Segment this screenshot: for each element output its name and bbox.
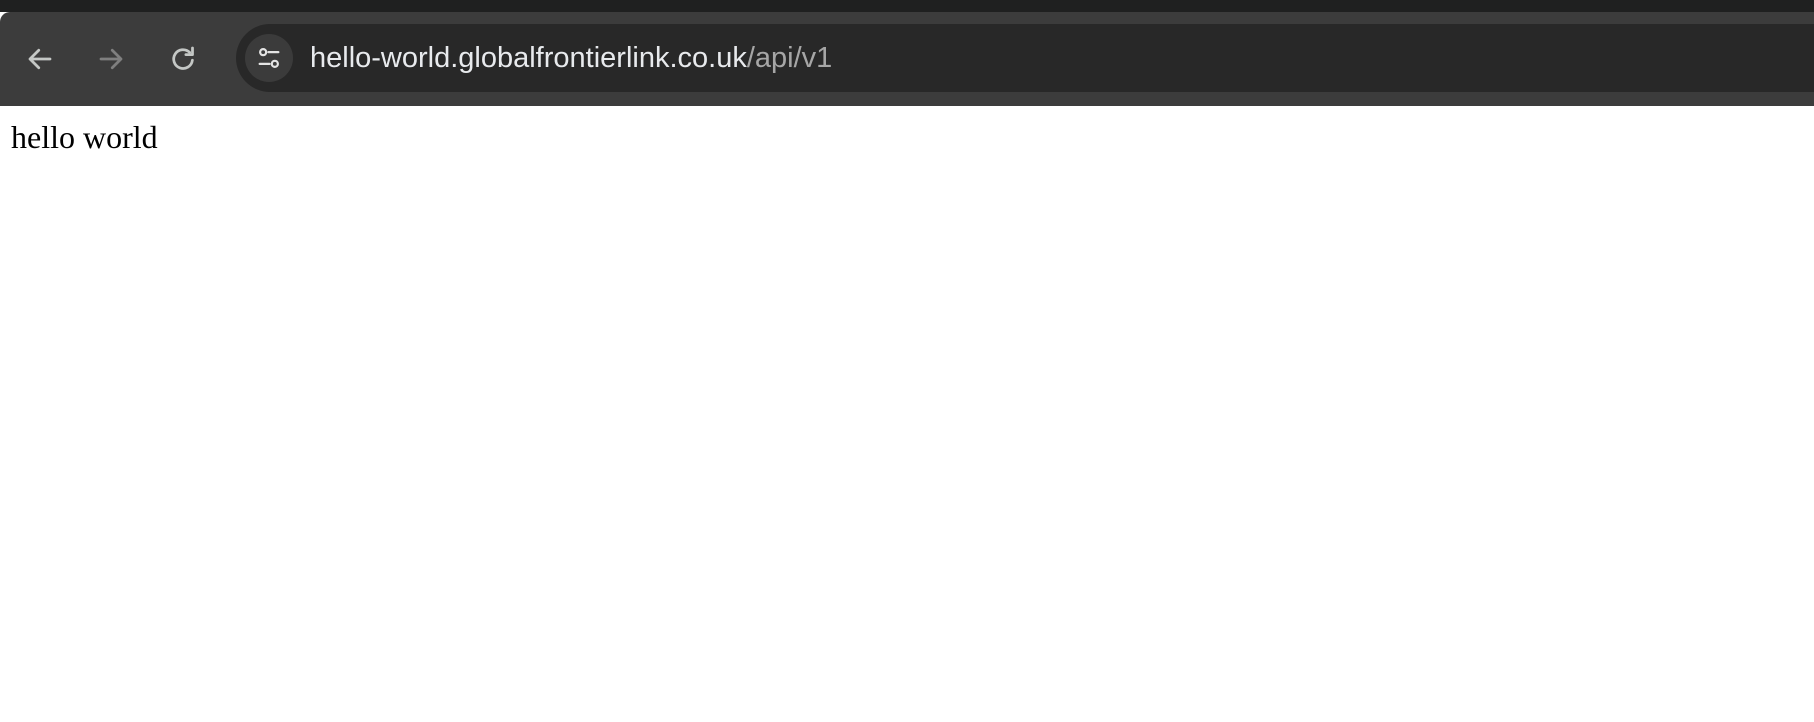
- back-button[interactable]: [17, 36, 63, 82]
- window-top-strip: [0, 0, 1814, 12]
- tune-icon: [258, 48, 280, 68]
- browser-toolbar: hello-world.globalfrontierlink.co.uk/api…: [0, 12, 1814, 106]
- arrow-left-icon: [28, 48, 52, 70]
- address-bar[interactable]: hello-world.globalfrontierlink.co.uk/api…: [236, 24, 1814, 92]
- page-body-text: hello world: [11, 119, 158, 155]
- forward-button[interactable]: [88, 36, 134, 82]
- reload-button[interactable]: [160, 36, 206, 82]
- arrow-right-icon: [99, 48, 123, 70]
- site-info-button[interactable]: [245, 34, 293, 82]
- reload-icon: [172, 46, 194, 70]
- page-content: hello world: [0, 106, 1814, 722]
- url-host: hello-world.globalfrontierlink.co.uk: [310, 42, 747, 74]
- url-path: /api/v1: [746, 42, 833, 74]
- url-text[interactable]: hello-world.globalfrontierlink.co.uk/api…: [310, 24, 832, 92]
